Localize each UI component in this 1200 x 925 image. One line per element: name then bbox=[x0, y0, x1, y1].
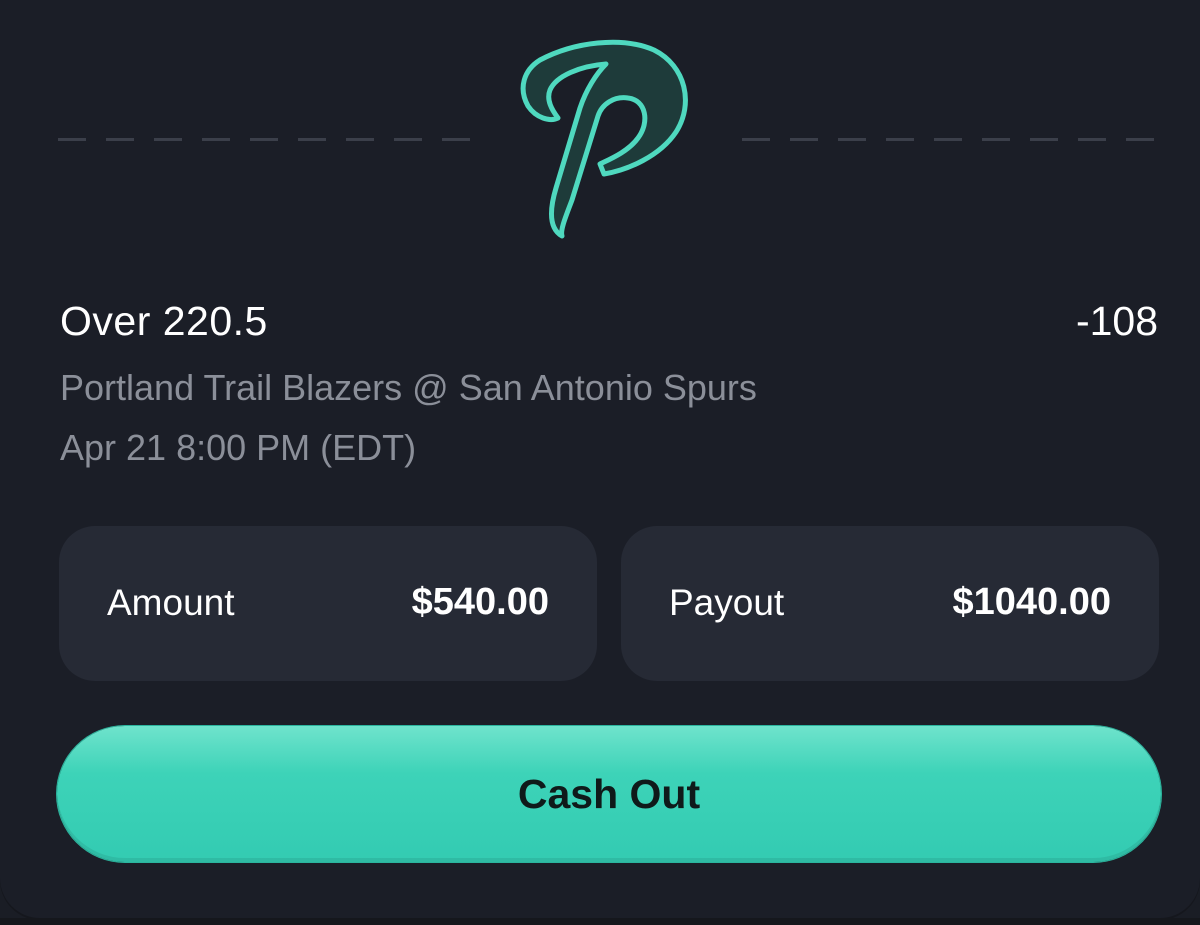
matchup-text: Portland Trail Blazers @ San Antonio Spu… bbox=[60, 367, 757, 408]
amount-box: Amount $540.00 bbox=[59, 526, 597, 681]
amount-label: Amount bbox=[107, 582, 235, 623]
game-datetime: Apr 21 8:00 PM (EDT) bbox=[60, 427, 417, 468]
cash-out-button[interactable]: Cash Out bbox=[57, 726, 1161, 862]
payout-box: Payout $1040.00 bbox=[621, 526, 1159, 681]
divider-right bbox=[742, 138, 1154, 141]
payout-value: $1040.00 bbox=[952, 581, 1112, 623]
divider-left bbox=[58, 138, 470, 141]
bet-card: Over 220.5 -108 Portland Trail Blazers @… bbox=[0, 0, 1200, 918]
payout-label: Payout bbox=[669, 582, 785, 623]
bottom-edge bbox=[0, 918, 1200, 925]
amount-value: $540.00 bbox=[411, 581, 549, 623]
cash-out-label: Cash Out bbox=[517, 771, 701, 817]
p-logo-icon bbox=[520, 39, 688, 239]
bet-title: Over 220.5 bbox=[60, 298, 268, 344]
bet-odds: -108 bbox=[1075, 298, 1158, 344]
